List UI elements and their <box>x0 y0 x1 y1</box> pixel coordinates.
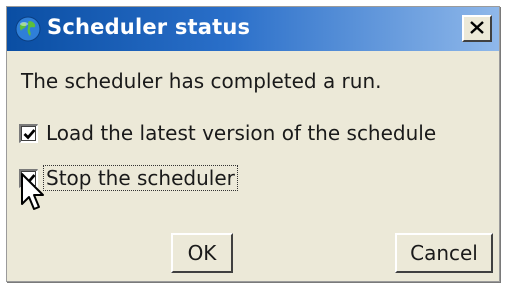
dialog-title: Scheduler status <box>47 15 251 39</box>
title-bar[interactable]: Scheduler status <box>7 7 499 51</box>
load-latest-option[interactable]: Load the latest version of the schedule <box>19 119 438 147</box>
status-message: The scheduler has completed a run. <box>21 69 382 93</box>
scheduler-status-dialog: Scheduler status The scheduler has compl… <box>6 6 500 282</box>
checkmark-icon <box>23 128 36 140</box>
close-button[interactable] <box>462 15 492 42</box>
cancel-button[interactable]: Cancel <box>395 233 493 273</box>
stop-scheduler-option[interactable]: Stop the scheduler <box>19 164 238 192</box>
stop-scheduler-label: Stop the scheduler <box>43 165 238 191</box>
ok-button[interactable]: OK <box>171 233 233 273</box>
load-latest-label: Load the latest version of the schedule <box>46 121 437 145</box>
globe-icon <box>15 16 41 42</box>
mouse-pointer-icon <box>20 172 46 214</box>
close-icon <box>470 19 484 38</box>
load-latest-checkbox[interactable] <box>19 123 38 143</box>
